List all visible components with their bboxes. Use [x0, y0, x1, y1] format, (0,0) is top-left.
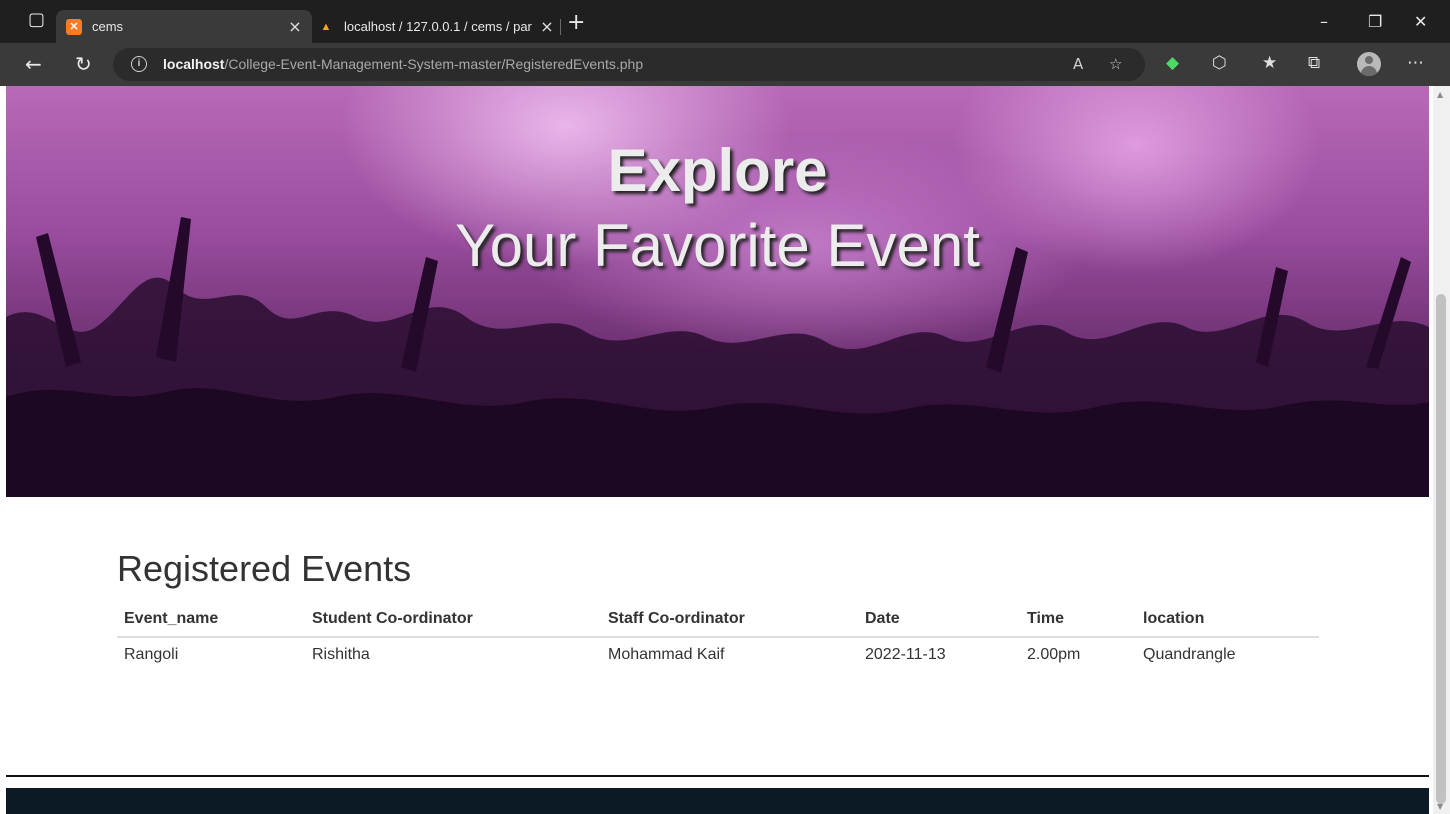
xampp-icon: ✕ — [66, 18, 82, 35]
vertical-scrollbar[interactable]: ▲ ▼ — [1433, 86, 1450, 814]
cell-location: Quandrangle — [1143, 646, 1236, 663]
url-text[interactable]: localhost/College-Event-Management-Syste… — [163, 56, 643, 72]
tab-actions-icon[interactable]: ▢ — [28, 10, 45, 30]
refresh-icon[interactable]: ↻ — [75, 52, 92, 76]
registered-events-section: Registered Events Event_name Student Co-… — [117, 548, 1319, 663]
minimize-icon[interactable]: – — [1320, 14, 1328, 30]
extension-icon[interactable]: ◆ — [1166, 53, 1179, 73]
collections-icon[interactable]: ⧉ — [1308, 53, 1320, 73]
profile-avatar[interactable] — [1357, 52, 1381, 76]
phpmyadmin-icon: ▲ — [320, 20, 332, 33]
hero-title-line1: Explore — [607, 137, 828, 204]
read-aloud-icon[interactable]: A — [1073, 55, 1083, 73]
tab-cems[interactable]: ✕ cems × — [56, 10, 312, 43]
scroll-down-icon[interactable]: ▼ — [1437, 802, 1443, 811]
column-header: Event_name — [117, 602, 305, 638]
tab-phpmyadmin[interactable]: ▲ localhost / 127.0.0.1 / cems / par × — [308, 10, 564, 43]
column-header: Staff Co-ordinator — [601, 602, 858, 638]
close-window-icon[interactable]: ✕ — [1414, 14, 1427, 30]
close-tab-icon[interactable]: × — [284, 17, 306, 36]
column-header: location — [1136, 602, 1319, 638]
cell-staff-coordinator: Mohammad Kaif — [608, 646, 725, 663]
column-header: Time — [1020, 602, 1136, 638]
tab-divider — [560, 19, 561, 35]
table-header-row: Event_name Student Co-ordinator Staff Co… — [117, 602, 1319, 638]
registered-events-table: Event_name Student Co-ordinator Staff Co… — [117, 602, 1319, 672]
restore-icon[interactable]: ❐ — [1368, 14, 1382, 30]
hero-title-line2: Your Favorite Event — [455, 212, 980, 279]
section-title: Registered Events — [117, 548, 412, 589]
footer-divider — [6, 775, 1429, 777]
tab-title: cems — [92, 19, 124, 34]
url-path: /College-Event-Management-System-master/… — [224, 56, 644, 72]
favorites-icon[interactable]: ★ — [1262, 53, 1277, 73]
page-viewport: Explore Your Favorite Event Registered E… — [0, 86, 1433, 814]
cell-student-coordinator: Rishitha — [312, 646, 370, 663]
column-header: Date — [858, 602, 1020, 638]
cell-date: 2022-11-13 — [865, 646, 946, 663]
hero-banner: Explore Your Favorite Event — [6, 86, 1429, 497]
extensions-icon[interactable]: ⬡ — [1212, 53, 1227, 73]
back-icon[interactable]: ← — [25, 52, 42, 76]
scroll-up-icon[interactable]: ▲ — [1437, 90, 1443, 99]
table-row: Rangoli Rishitha Mohammad Kaif 2022-11-1… — [117, 637, 1319, 672]
url-host: localhost — [163, 56, 225, 72]
more-options-icon[interactable]: ⋯ — [1407, 53, 1424, 73]
address-bar[interactable]: i localhost/College-Event-Management-Sys… — [113, 48, 1145, 81]
column-header: Student Co-ordinator — [305, 602, 601, 638]
page-footer — [6, 788, 1429, 814]
cell-event-name: Rangoli — [124, 646, 179, 663]
browser-toolbar: ← ↻ i localhost/College-Event-Management… — [0, 43, 1450, 86]
scroll-thumb[interactable] — [1436, 294, 1446, 804]
close-tab-icon[interactable]: × — [536, 17, 558, 36]
add-favorite-icon[interactable]: ☆ — [1109, 55, 1122, 73]
new-tab-button[interactable]: + — [567, 12, 585, 34]
browser-titlebar: ▢ ✕ cems × ▲ localhost / 127.0.0.1 / cem… — [0, 0, 1450, 43]
cell-time: 2.00pm — [1027, 646, 1081, 663]
site-info-icon[interactable]: i — [131, 56, 147, 72]
tab-title: localhost / 127.0.0.1 / cems / par — [344, 19, 532, 34]
